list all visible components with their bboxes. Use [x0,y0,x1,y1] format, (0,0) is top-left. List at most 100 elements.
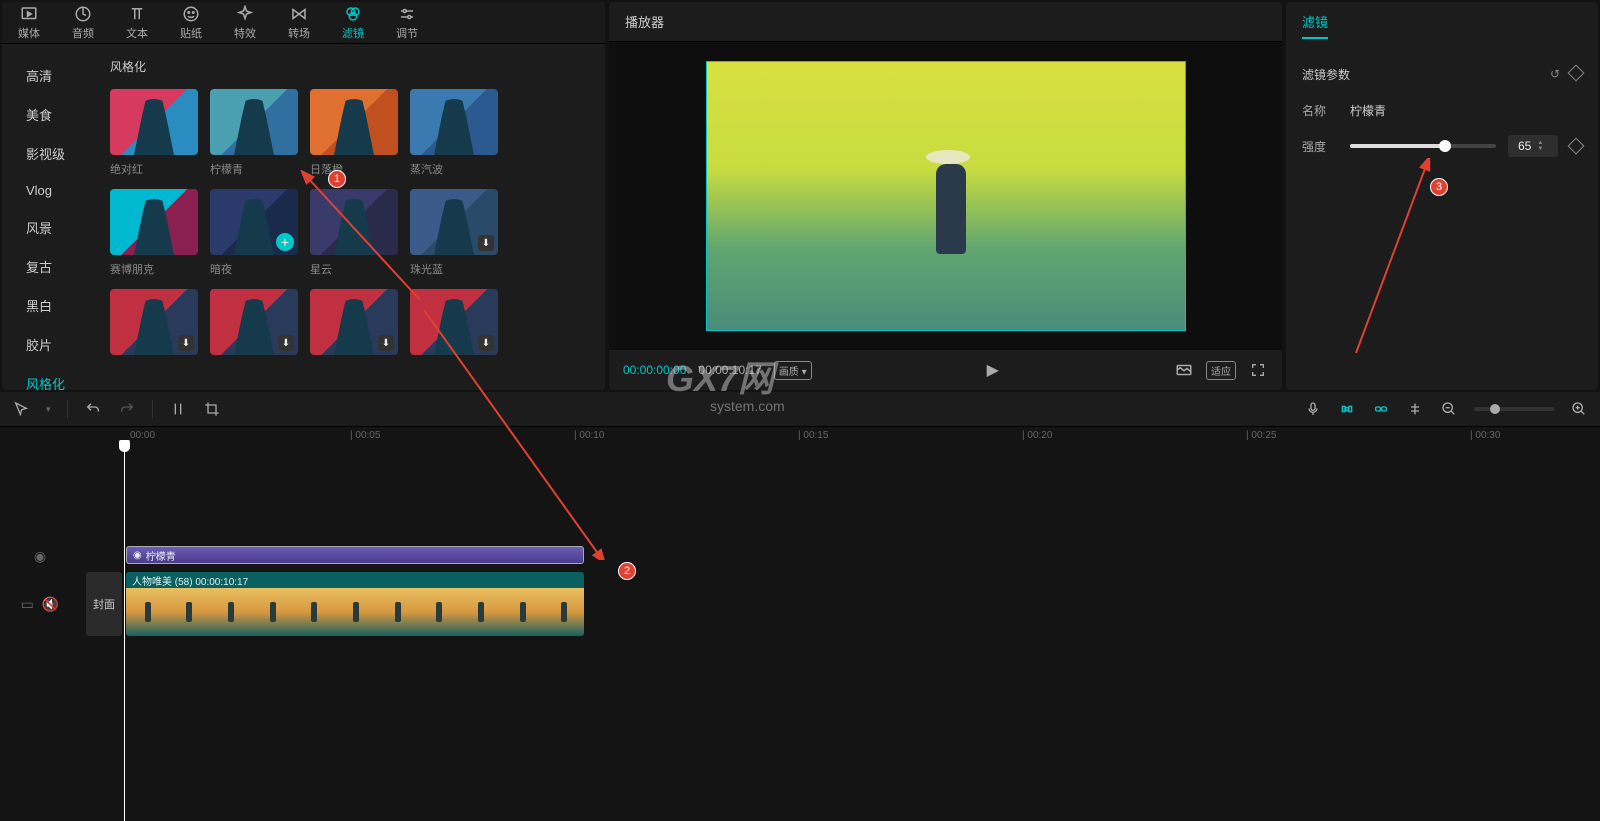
undo-button[interactable] [84,400,102,418]
tab-label: 滤镜 [342,25,364,41]
prop-tab-filter[interactable]: 滤镜 [1302,12,1328,39]
annotation-arrow-1 [300,170,430,310]
filter-item-label: 暗夜 [210,261,298,277]
annotation-3: 3 [1430,178,1448,196]
filter-track-icon[interactable]: ◉ [34,548,46,565]
video-preview [706,61,1186,331]
tab-label: 转场 [288,25,310,41]
name-label: 名称 [1302,102,1338,119]
ruler-tick: 00:00 [130,430,155,441]
cat-retro[interactable]: 复古 [2,247,102,286]
filter-clip-icon: ◉ [133,550,142,561]
cat-hd[interactable]: 高清 [2,56,102,95]
tab-filter[interactable]: 滤镜 [326,2,380,43]
annotation-1: 1 [328,170,346,188]
gallery-title: 风格化 [102,52,605,81]
tab-media[interactable]: 媒体 [2,2,56,43]
tab-label: 特效 [234,25,256,41]
filter-item-label: 柠檬青 [210,161,298,177]
zoom-slider[interactable] [1474,407,1554,411]
filter-item-label: 绝对红 [110,161,198,177]
tab-audio[interactable]: 音频 [56,2,110,43]
filter-categories: 高清 美食 影视级 Vlog 风景 复古 黑白 胶片 风格化 [2,44,102,390]
strength-keyframe-icon[interactable] [1568,138,1585,155]
annotation-arrow-2 [424,310,624,560]
tab-label: 调节 [396,25,418,41]
timeline-toolbar: ▾ [0,392,1600,426]
player-panel: 播放器 00:00:00:00 00:00:10:17 画质 ▾ ▶ 适应 [609,2,1282,390]
tab-sticker[interactable]: 贴纸 [164,2,218,43]
ruler-tick: | 00:30 [1470,430,1500,441]
zoom-out-icon[interactable] [1440,400,1458,418]
filter-item[interactable]: + 暗夜 [210,189,298,277]
download-icon[interactable]: ⬇ [178,335,194,351]
play-button[interactable]: ▶ [983,360,1003,380]
filter-item[interactable]: ⬇ [210,289,298,361]
video-thumbnails [126,588,584,636]
strength-value-input[interactable]: 65 ▲▼ [1508,135,1558,157]
download-icon[interactable]: ⬇ [278,335,294,351]
zoom-in-icon[interactable] [1570,400,1588,418]
tab-label: 音频 [72,25,94,41]
section-title: 滤镜参数 [1302,66,1350,83]
resource-tabs: 媒体 音频 文本 贴纸 特效 转场 滤镜 调节 [2,2,605,44]
ruler-tick: | 00:15 [798,430,828,441]
pointer-tool[interactable] [12,400,30,418]
cat-food[interactable]: 美食 [2,95,102,134]
filter-name-value: 柠檬青 [1350,102,1386,119]
filter-item[interactable]: 绝对红 [110,89,198,177]
fit-selector[interactable]: 适应 [1206,361,1236,380]
timeline-ruler[interactable]: 00:00| 00:05| 00:10| 00:15| 00:20| 00:25… [0,426,1600,446]
filter-item-label: 赛博朋克 [110,261,198,277]
timeline-panel: ▾ 00:00| 00:05| 00:10| 00:15| 00:20| 00:… [0,392,1600,821]
snapshot-icon[interactable] [1174,360,1194,380]
tab-label: 文本 [126,25,148,41]
cat-bw[interactable]: 黑白 [2,286,102,325]
tab-transition[interactable]: 转场 [272,2,326,43]
add-icon[interactable]: + [276,233,294,251]
video-clip-header: 人物唯美 (58) 00:00:10:17 [126,572,584,588]
magnet-icon[interactable] [1338,400,1356,418]
timeline-tracks[interactable]: ◉ ◉ 柠檬青 ▭ 🔇 封面 人物唯美 (58) 00:00:10:17 [0,446,1600,821]
filter-item[interactable]: ⬇ [110,289,198,361]
split-tool[interactable] [169,400,187,418]
track-mute-icon[interactable]: 🔇 [42,596,59,613]
ruler-tick: | 00:05 [350,430,380,441]
tab-label: 媒体 [18,25,40,41]
fullscreen-icon[interactable] [1248,360,1268,380]
filter-item[interactable]: 日落橙 [310,89,398,177]
cat-cinema[interactable]: 影视级 [2,134,102,173]
tab-adjust[interactable]: 调节 [380,2,434,43]
link-icon[interactable] [1372,400,1390,418]
pointer-dropdown[interactable]: ▾ [46,404,51,415]
filter-item[interactable]: 柠檬青 [210,89,298,177]
strength-label: 强度 [1302,138,1338,155]
player-header: 播放器 [609,2,1282,42]
keyframe-icon[interactable] [1568,65,1585,82]
mic-icon[interactable] [1304,400,1322,418]
cat-film[interactable]: 胶片 [2,325,102,364]
cover-button[interactable]: 封面 [86,572,122,636]
download-icon[interactable]: ⬇ [378,335,394,351]
filter-item[interactable]: 赛博朋克 [110,189,198,277]
ruler-tick: | 00:20 [1022,430,1052,441]
annotation-2: 2 [618,562,636,580]
filter-item[interactable]: 蒸汽波 [410,89,498,177]
strength-slider[interactable] [1350,144,1496,148]
tab-label: 贴纸 [180,25,202,41]
tab-effect[interactable]: 特效 [218,2,272,43]
tab-text[interactable]: 文本 [110,2,164,43]
undo-icon[interactable]: ↺ [1550,67,1560,81]
cat-stylize[interactable]: 风格化 [2,364,102,390]
ruler-tick: | 00:25 [1246,430,1276,441]
align-icon[interactable] [1406,400,1424,418]
track-settings-icon[interactable]: ▭ [21,596,34,613]
cat-vlog[interactable]: Vlog [2,173,102,208]
redo-button[interactable] [118,400,136,418]
watermark: GX7网 system.com [666,350,785,414]
crop-tool[interactable] [203,400,221,418]
video-clip[interactable]: 人物唯美 (58) 00:00:10:17 [126,572,584,636]
player-canvas[interactable] [609,42,1282,350]
download-icon[interactable]: ⬇ [478,235,494,251]
cat-landscape[interactable]: 风景 [2,208,102,247]
